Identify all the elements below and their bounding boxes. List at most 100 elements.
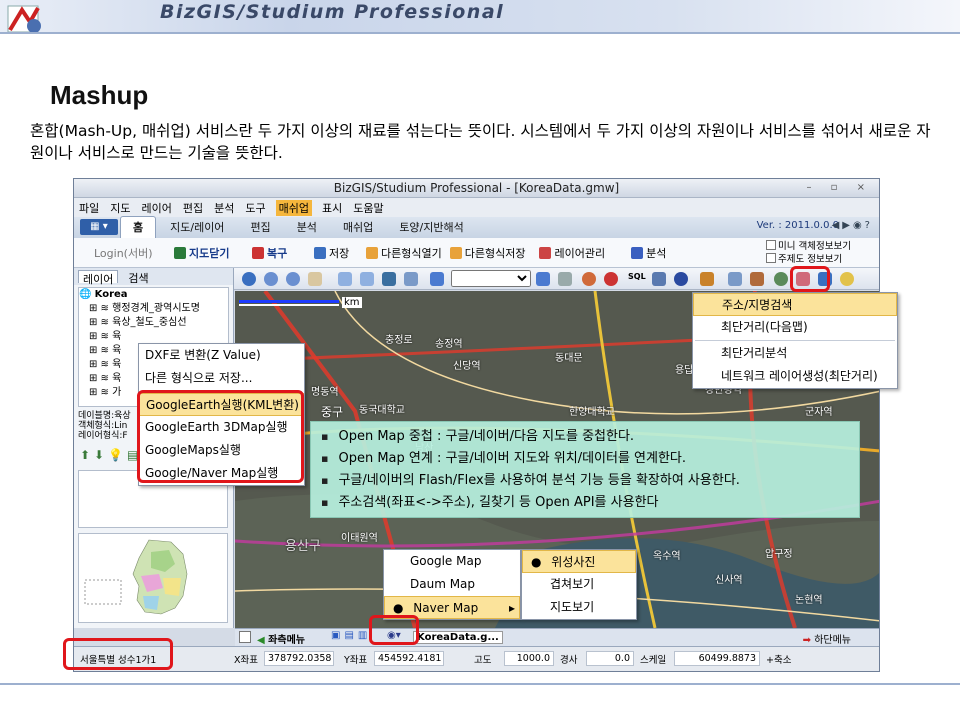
- menu-item-overlay[interactable]: 겹쳐보기: [522, 573, 636, 596]
- satellite-label: 위성사진: [551, 555, 596, 569]
- mini-info-checkbox[interactable]: 미니 객체정보보기: [766, 240, 851, 253]
- menu-analysis[interactable]: 분석: [213, 200, 235, 216]
- menu-item-google-map[interactable]: Google Map: [384, 550, 520, 573]
- login-button[interactable]: Login(서버): [94, 245, 166, 261]
- map-label: 군자역: [805, 407, 833, 418]
- select-arrow-icon[interactable]: [558, 272, 572, 286]
- zoom-in-icon[interactable]: [264, 272, 278, 286]
- scale-label: 스케일: [640, 655, 667, 666]
- forward-arrow-icon[interactable]: [360, 272, 374, 286]
- slide-title: Mashup: [50, 80, 149, 110]
- app-menu-button[interactable]: ▦ ▾: [80, 219, 118, 235]
- tab-mashup[interactable]: 매쉬업: [331, 217, 385, 238]
- menu-map[interactable]: 지도: [109, 200, 131, 216]
- bottom-toolbar: ◀ 좌측메뉴 ▣▤▥ ◉▾ KoreaData.g... ➡ 하단메뉴: [235, 628, 879, 646]
- window-controls[interactable]: – ▫ ×: [806, 182, 873, 193]
- tab-search[interactable]: 검색: [124, 270, 152, 285]
- close-map-icon: [174, 246, 186, 259]
- map-view-submenu: ● 위성사진 겹쳐보기 지도보기: [521, 549, 637, 620]
- menu-view[interactable]: 표시: [321, 200, 343, 216]
- save-other-button[interactable]: 다른형식저장: [449, 245, 525, 261]
- right-menu-label: 하단메뉴: [814, 635, 851, 646]
- theme-info-checkbox[interactable]: 주제도 정보보기: [766, 253, 851, 266]
- tree-item[interactable]: ⊞ ≋ 육: [79, 330, 228, 344]
- y-coord-value: 454592.4181: [374, 651, 444, 666]
- overview-map[interactable]: [78, 533, 228, 623]
- open-other-label: 다른형식열기: [381, 246, 442, 260]
- daum-map-label: Daum Map: [410, 577, 476, 591]
- view-layout-icons[interactable]: ▣▤▥: [331, 630, 371, 641]
- measure-icon[interactable]: [700, 272, 714, 286]
- menu-item-map-view[interactable]: 지도보기: [522, 596, 636, 619]
- map-label: 압구정: [765, 549, 793, 560]
- menu-item-save-as[interactable]: 다른 형식으로 저장...: [139, 367, 304, 390]
- menu-item-daum-map[interactable]: Daum Map: [384, 573, 520, 596]
- sql-icon[interactable]: SQL: [628, 272, 646, 281]
- menu-item-shortest-daum[interactable]: 최단거리(다음맵): [693, 316, 897, 339]
- info-line: Open Map 중첩 : 구글/네이버/다음 지도를 중첩한다.: [321, 426, 849, 448]
- zoom-full-icon[interactable]: [242, 272, 256, 286]
- back-arrow-icon[interactable]: [338, 272, 352, 286]
- pan-hand-icon[interactable]: [308, 272, 322, 286]
- highlight-box-toolbar: [790, 266, 830, 292]
- address-search-icon[interactable]: [774, 272, 788, 286]
- tab-edit[interactable]: 편집: [238, 217, 282, 238]
- info-line: Open Map 연계 : 구글/네이버 지도와 위치/데이터를 연계한다.: [321, 448, 849, 470]
- scale-select[interactable]: [451, 270, 531, 287]
- tab-soil[interactable]: 토양/지반해석: [387, 217, 475, 238]
- menu-layer[interactable]: 레이어: [141, 200, 173, 216]
- clear-select-icon[interactable]: [604, 272, 618, 286]
- info-icon[interactable]: [674, 272, 688, 286]
- zoom-out-icon[interactable]: [286, 272, 300, 286]
- map-label: 이태원역: [341, 533, 378, 544]
- zoom-out-status[interactable]: +축소: [766, 652, 791, 666]
- close-map-button[interactable]: 지도닫기: [174, 245, 244, 261]
- map-provider-menu: Google Map Daum Map ● Naver Map ▸: [383, 549, 521, 620]
- submenu-arrow-icon: ▸: [508, 601, 515, 615]
- help-icons[interactable]: ◀▶◉?: [832, 220, 873, 231]
- bottom-checkbox[interactable]: [239, 631, 251, 643]
- tree-root[interactable]: 🌐 Korea: [79, 288, 228, 302]
- save-label: 저장: [329, 246, 350, 260]
- map-label: 신당역: [453, 361, 481, 372]
- settings-icon[interactable]: [840, 272, 854, 286]
- menu-item-address-search[interactable]: 주소/지명검색: [693, 293, 897, 316]
- map-label: 옥수역: [653, 551, 681, 562]
- panel-tool-icons[interactable]: ⬆⬇💡▤: [80, 448, 142, 462]
- save-button[interactable]: 저장: [314, 245, 358, 261]
- menu-file[interactable]: 파일: [78, 200, 100, 216]
- book-icon[interactable]: [430, 272, 444, 286]
- map-book-icon[interactable]: [536, 272, 550, 286]
- open-other-button[interactable]: 다른형식열기: [366, 245, 442, 261]
- identify-icon[interactable]: [652, 272, 666, 286]
- layer-manager-button[interactable]: 레이어관리: [539, 245, 605, 261]
- image-icon[interactable]: [750, 272, 764, 286]
- right-menu-button[interactable]: ➡ 하단메뉴: [803, 631, 851, 646]
- map-label: 동대문: [555, 353, 583, 364]
- print-icon[interactable]: [728, 272, 742, 286]
- tree-item[interactable]: ⊞ ≋ 육상_철도_중심선: [79, 316, 228, 330]
- tab-layers[interactable]: 레이어: [78, 270, 119, 286]
- restore-button[interactable]: 복구: [252, 245, 306, 261]
- menu-help[interactable]: 도움말: [352, 200, 384, 216]
- menu-item-network-layer[interactable]: 네트워크 레이어생성(최단거리): [693, 365, 897, 388]
- menu-item-satellite[interactable]: ● 위성사진: [522, 550, 636, 573]
- menu-mashup[interactable]: 매쉬업: [275, 199, 312, 216]
- tab-map-layer[interactable]: 지도/레이어: [158, 217, 236, 238]
- layer-copy-icon[interactable]: [404, 272, 418, 286]
- tab-home[interactable]: 홈: [120, 216, 157, 238]
- menu-item-shortest-analysis[interactable]: 최단거리분석: [693, 342, 897, 365]
- tree-item[interactable]: ⊞ ≋ 행정경계_광역시도명: [79, 302, 228, 316]
- scale-value: 60499.8873: [674, 651, 760, 666]
- left-menu-button[interactable]: ◀ 좌측메뉴: [257, 631, 305, 646]
- analysis-button[interactable]: 분석: [631, 245, 666, 261]
- tab-analysis[interactable]: 분석: [285, 217, 329, 238]
- naver-map-label: Naver Map: [413, 601, 479, 615]
- menu-item-dxf[interactable]: DXF로 변환(Z Value): [139, 344, 304, 367]
- refresh-icon[interactable]: [382, 272, 396, 286]
- zoom-select-icon[interactable]: [582, 272, 596, 286]
- menu-tools[interactable]: 도구: [244, 200, 266, 216]
- document-tab[interactable]: KoreaData.g...: [413, 631, 503, 644]
- slope-label: 경사: [560, 655, 578, 666]
- menu-edit[interactable]: 편집: [182, 200, 204, 216]
